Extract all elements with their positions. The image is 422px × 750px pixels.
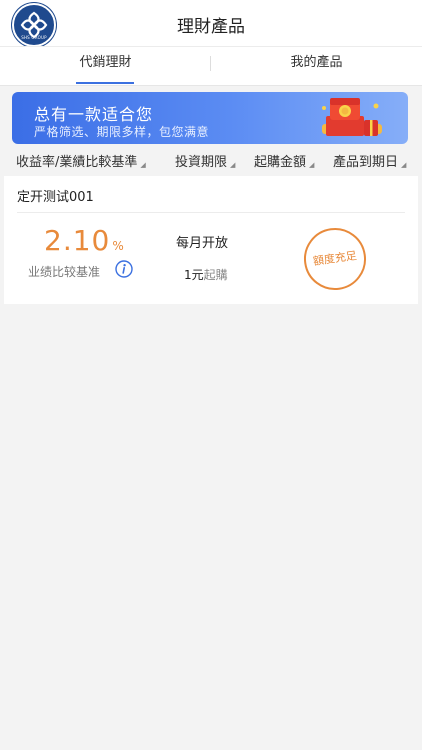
- sort-label: 起購金額: [254, 155, 307, 170]
- sort-by-yield[interactable]: 收益率/業績比較基準 ◢: [16, 151, 146, 170]
- info-icon[interactable]: [115, 260, 133, 278]
- card-divider: [17, 212, 405, 213]
- rate-label: 业绩比较基准: [28, 265, 101, 279]
- min-amount: 1元: [184, 268, 204, 282]
- gift-box-icon: [322, 98, 382, 136]
- investment-period: 每月开放: [176, 236, 229, 251]
- sort-bar: 收益率/業績比較基準 ◢ 投資期限 ◢ 起購金額 ◢ 產品到期日 ◢: [0, 148, 422, 172]
- empty-content-area: [0, 310, 422, 750]
- page-title: 理財產品: [177, 17, 245, 37]
- banner-subtitle: 严格筛选、期限多样，包您满意: [34, 125, 210, 139]
- tab-bar: 代銷理財 我的產品: [0, 46, 422, 86]
- sort-label: 產品到期日: [333, 155, 399, 170]
- sort-triangle-icon: ◢: [140, 161, 146, 169]
- app-header: SHS GROUP 理財產品: [0, 0, 422, 47]
- rate-value: 2.10: [44, 224, 111, 257]
- quota-status-badge: 額度充足: [299, 223, 371, 295]
- product-name: 定开测试001: [17, 190, 94, 205]
- min-purchase: 1元起購: [184, 264, 228, 283]
- promo-banner[interactable]: 总有一款适合您 严格筛选、期限多样，包您满意: [12, 92, 408, 144]
- sort-by-maturity[interactable]: 產品到期日 ◢: [333, 151, 406, 170]
- product-card[interactable]: 定开测试001 2.10% 业绩比较基准 每月开放 1元起購 額度充足: [4, 176, 418, 304]
- active-tab-indicator: [76, 82, 134, 84]
- sort-label: 投資期限: [175, 155, 228, 170]
- sort-triangle-icon: ◢: [309, 161, 315, 169]
- sort-by-min-amount[interactable]: 起購金額 ◢: [254, 151, 314, 170]
- banner-title: 总有一款适合您: [34, 105, 154, 124]
- tab-my-products[interactable]: 我的產品: [211, 47, 422, 85]
- sort-triangle-icon: ◢: [230, 161, 236, 169]
- rate-unit: %: [112, 239, 124, 253]
- tab-consignment-financing[interactable]: 代銷理財: [0, 47, 211, 85]
- sort-triangle-icon: ◢: [401, 161, 407, 169]
- product-rate: 2.10%: [44, 224, 124, 257]
- sort-label: 收益率/業績比較基準: [16, 155, 138, 170]
- min-suffix: 起購: [203, 268, 228, 282]
- sort-by-term[interactable]: 投資期限 ◢: [175, 151, 235, 170]
